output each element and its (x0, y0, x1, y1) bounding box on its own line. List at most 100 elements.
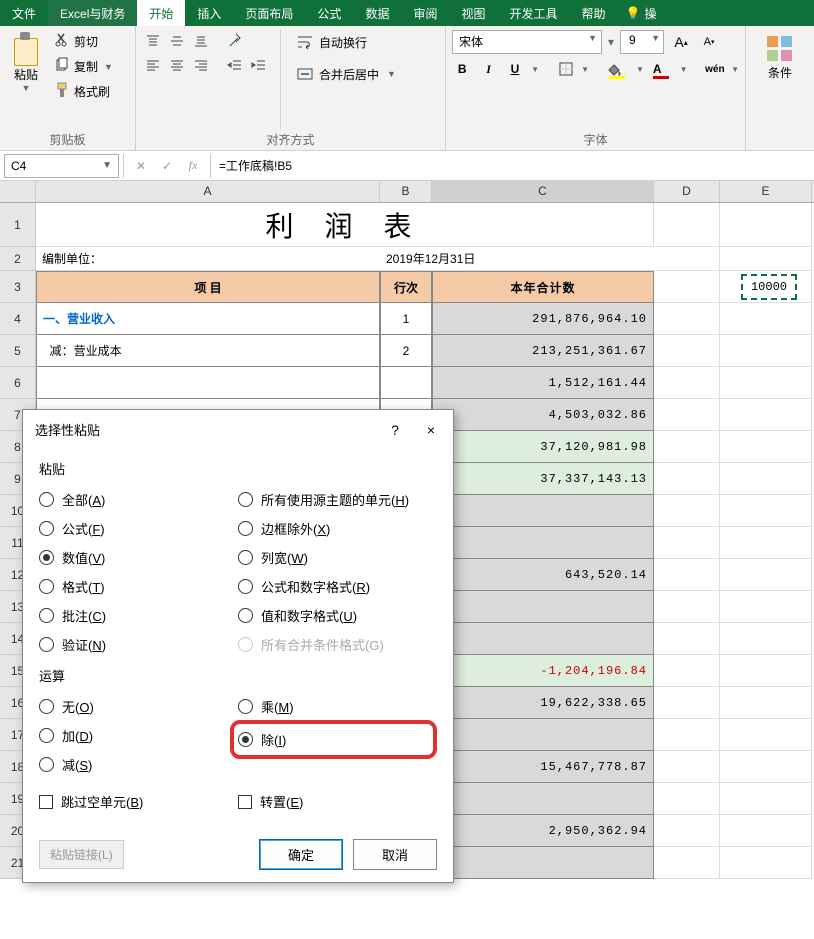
cell[interactable] (654, 591, 720, 623)
align-middle[interactable] (166, 30, 188, 52)
cell[interactable] (432, 623, 654, 655)
bold-button[interactable]: B (452, 58, 472, 80)
cell[interactable] (654, 527, 720, 559)
cell[interactable] (654, 783, 720, 815)
cell[interactable] (654, 463, 720, 495)
menu-help[interactable]: 帮助 (570, 0, 618, 26)
operation-radio[interactable]: 除(I) (238, 730, 286, 749)
align-top[interactable] (142, 30, 164, 52)
menu-review[interactable]: 审阅 (401, 0, 449, 26)
cell[interactable]: -1,204,196.84 (432, 655, 654, 687)
name-box[interactable]: C4 ▼ (4, 154, 119, 178)
cell[interactable] (654, 399, 720, 431)
cell[interactable] (720, 527, 812, 559)
cell[interactable] (720, 463, 812, 495)
cell[interactable] (720, 815, 812, 847)
decrease-indent[interactable] (224, 54, 246, 76)
cell[interactable] (432, 847, 654, 879)
font-name-select[interactable]: 宋体▼ (452, 30, 602, 54)
cell[interactable] (654, 303, 720, 335)
row-header[interactable]: 1 (0, 203, 36, 247)
paste-radio[interactable]: 公式和数字格式(R) (238, 577, 437, 596)
paste-radio[interactable]: 验证(N) (39, 635, 238, 654)
paste-radio[interactable]: 列宽(W) (238, 548, 437, 567)
cell[interactable] (654, 655, 720, 687)
cell[interactable] (654, 335, 720, 367)
cell[interactable] (720, 655, 812, 687)
paste-button[interactable]: 粘贴 ▼ (6, 30, 46, 129)
cell[interactable] (654, 367, 720, 399)
skip-blanks-checkbox[interactable]: 跳过空单元(B) (39, 792, 238, 811)
sheet-title[interactable]: 利 润 表 (36, 203, 654, 247)
menu-home[interactable]: 开始 (137, 0, 185, 26)
col-header-D[interactable]: D (654, 181, 720, 202)
cell[interactable]: 4,503,032.86 (432, 399, 654, 431)
cell[interactable] (720, 431, 812, 463)
row-header[interactable]: 2 (0, 247, 36, 271)
cell[interactable] (654, 815, 720, 847)
operation-radio[interactable]: 乘(M) (238, 697, 437, 716)
phonetic-button[interactable]: wén (705, 58, 725, 80)
cut-button[interactable]: 剪切 (50, 30, 117, 53)
paste-radio[interactable]: 数值(V) (39, 548, 238, 567)
wrap-text-button[interactable]: 自动换行 (291, 30, 402, 54)
cell[interactable]: 2019年12月31日 (380, 247, 654, 271)
cell[interactable]: 643,520.14 (432, 559, 654, 591)
menu-devtools[interactable]: 开发工具 (497, 0, 569, 26)
conditional-format-button[interactable]: 条件 (752, 30, 808, 85)
cell[interactable] (654, 847, 720, 879)
col-header-A[interactable]: A (36, 181, 380, 202)
cell[interactable] (720, 399, 812, 431)
cell[interactable]: 19,622,338.65 (432, 687, 654, 719)
cell[interactable] (654, 751, 720, 783)
cell[interactable] (654, 495, 720, 527)
align-left[interactable] (142, 54, 164, 76)
cell[interactable] (720, 247, 812, 271)
cell[interactable] (654, 271, 720, 303)
cell[interactable] (720, 335, 812, 367)
cell[interactable]: 一、营业收入 (36, 303, 380, 335)
cell[interactable] (720, 751, 812, 783)
menu-formulas[interactable]: 公式 (305, 0, 353, 26)
menu-page-layout[interactable]: 页面布局 (233, 0, 305, 26)
cell[interactable] (654, 623, 720, 655)
italic-button[interactable]: I (478, 58, 498, 80)
paste-radio[interactable]: 公式(F) (39, 519, 238, 538)
header-item[interactable]: 项 目 (36, 271, 380, 303)
select-all-corner[interactable] (0, 181, 36, 202)
transpose-checkbox[interactable]: 转置(E) (238, 792, 437, 811)
orientation[interactable] (224, 30, 246, 52)
dialog-help-button[interactable]: ? (385, 422, 405, 438)
cell[interactable] (654, 247, 720, 271)
font-color-button[interactable]: A (650, 58, 674, 80)
cancel-button[interactable]: 取消 (353, 839, 437, 870)
increase-font[interactable]: A▴ (670, 31, 692, 53)
cancel-formula-button[interactable]: ✕ (130, 155, 152, 177)
cell[interactable]: 37,337,143.13 (432, 463, 654, 495)
col-header-B[interactable]: B (380, 181, 432, 202)
col-header-C[interactable]: C (432, 181, 654, 202)
row-header[interactable]: 5 (0, 335, 36, 367)
header-total[interactable]: 本年合计数 (432, 271, 654, 303)
row-header[interactable]: 4 (0, 303, 36, 335)
cell[interactable]: 1,512,161.44 (432, 367, 654, 399)
paste-radio[interactable]: 值和数字格式(U) (238, 606, 437, 625)
cell[interactable]: 1 (380, 303, 432, 335)
cell[interactable]: 2,950,362.94 (432, 815, 654, 847)
cell[interactable] (720, 203, 812, 247)
menu-insert[interactable]: 插入 (185, 0, 233, 26)
cell[interactable]: 15,467,778.87 (432, 751, 654, 783)
header-seq[interactable]: 行次 (380, 271, 432, 303)
cell[interactable] (432, 495, 654, 527)
copy-button[interactable]: 复制▼ (50, 55, 117, 78)
cell[interactable] (720, 623, 812, 655)
cell[interactable] (432, 719, 654, 751)
paste-radio[interactable]: 边框除外(X) (238, 519, 437, 538)
font-size-select[interactable]: 9▼ (620, 30, 664, 54)
cell[interactable]: 10000 (720, 271, 812, 303)
paste-radio[interactable]: 全部(A) (39, 490, 238, 509)
row-header[interactable]: 6 (0, 367, 36, 399)
col-header-E[interactable]: E (720, 181, 812, 202)
tell-me[interactable]: 💡 操 (618, 0, 665, 26)
cell[interactable] (36, 367, 380, 399)
